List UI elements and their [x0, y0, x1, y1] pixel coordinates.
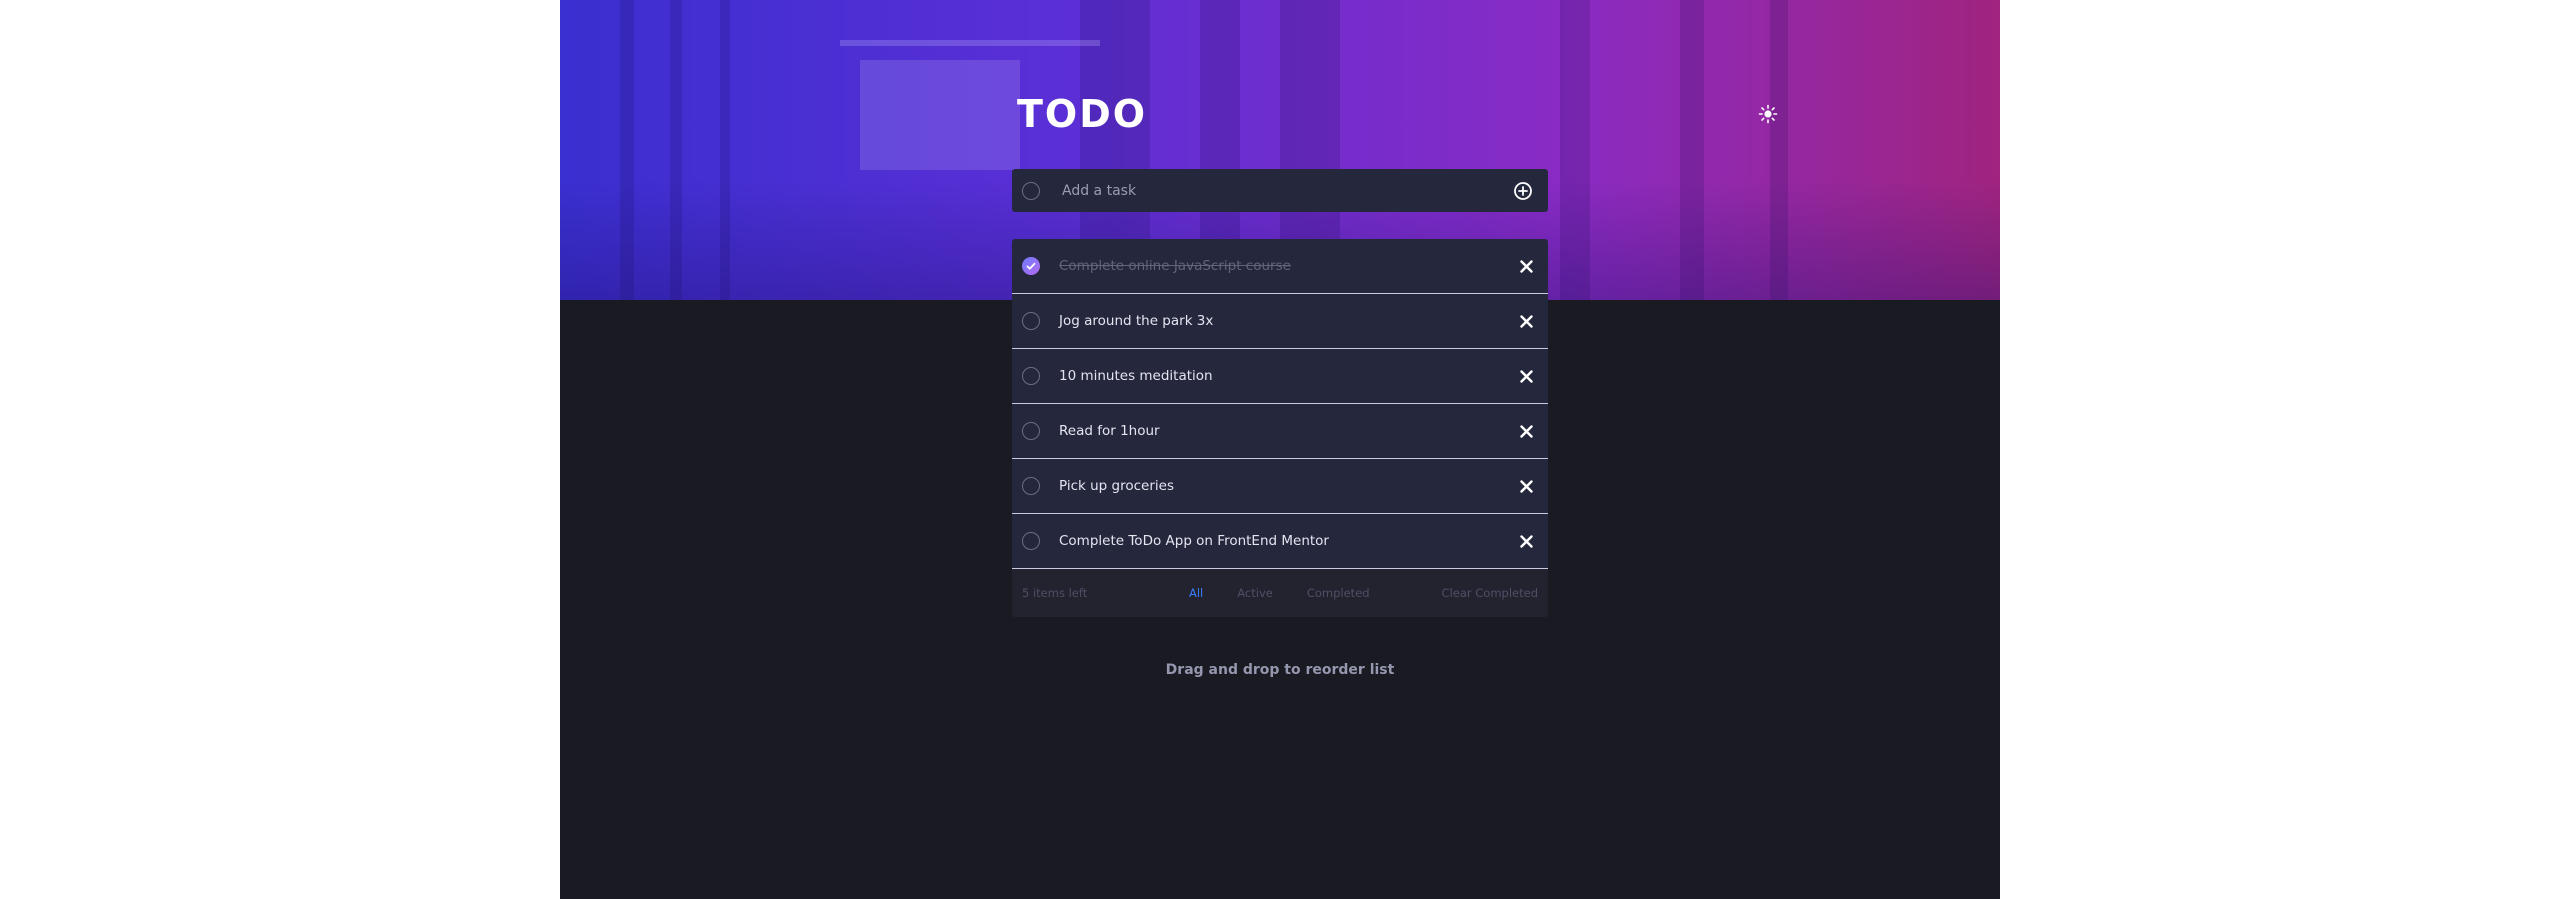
todo-item[interactable]: Complete online JavaScript course [1012, 239, 1548, 294]
todo-item-label: 10 minutes meditation [1059, 368, 1213, 384]
app-title: TODO [1017, 92, 1148, 136]
filter-completed[interactable]: Completed [1307, 586, 1370, 600]
delete-todo-button[interactable] [1516, 366, 1536, 386]
todo-item[interactable]: Complete ToDo App on FrontEnd Mentor [1012, 514, 1548, 569]
todo-checkbox[interactable] [1022, 312, 1040, 330]
delete-todo-button[interactable] [1516, 476, 1536, 496]
sun-icon [1758, 104, 1778, 124]
close-icon [1519, 479, 1533, 493]
close-icon [1519, 314, 1533, 328]
filter-active[interactable]: Active [1237, 586, 1273, 600]
todo-item[interactable]: Pick up groceries [1012, 459, 1548, 514]
todo-checkbox-checked[interactable] [1022, 257, 1040, 275]
delete-todo-button[interactable] [1516, 256, 1536, 276]
theme-toggle-button[interactable] [1754, 100, 1782, 128]
delete-todo-button[interactable] [1516, 421, 1536, 441]
close-icon [1519, 424, 1533, 438]
todo-checkbox[interactable] [1022, 532, 1040, 550]
new-task-check-circle [1022, 181, 1040, 200]
todo-item[interactable]: Read for 1hour [1012, 404, 1548, 459]
add-task-button[interactable] [1512, 180, 1534, 202]
todo-item-label: Pick up groceries [1059, 478, 1174, 494]
todo-item-label: Jog around the park 3x [1059, 313, 1214, 329]
todo-checkbox[interactable] [1022, 477, 1040, 495]
todo-checkbox[interactable] [1022, 367, 1040, 385]
todo-item-label: Read for 1hour [1059, 423, 1160, 439]
delete-todo-button[interactable] [1516, 311, 1536, 331]
filter-all[interactable]: All [1189, 586, 1203, 600]
todo-checkbox[interactable] [1022, 422, 1040, 440]
reorder-hint: Drag and drop to reorder list [1165, 662, 1395, 678]
plus-circle-icon [1514, 181, 1532, 200]
clear-completed-button[interactable]: Clear Completed [1442, 586, 1538, 600]
todo-item[interactable]: Jog around the park 3x [1012, 294, 1548, 349]
close-icon [1519, 534, 1533, 548]
close-icon [1519, 259, 1533, 273]
new-task-input[interactable] [1060, 181, 1512, 200]
todo-item-label: Complete online JavaScript course [1059, 258, 1291, 274]
todo-list: Complete online JavaScript course Jog ar… [1012, 239, 1548, 617]
filter-tabs: All Active Completed [1189, 569, 1370, 617]
new-task-row [1012, 169, 1548, 212]
todo-item[interactable]: 10 minutes meditation [1012, 349, 1548, 404]
todo-app: TODO Add a task Complete online JavaScri… [560, 0, 2000, 899]
delete-todo-button[interactable] [1516, 531, 1536, 551]
close-icon [1519, 369, 1533, 383]
todo-footer: 5 items left All Active Completed Clear … [1012, 569, 1548, 617]
items-left-count: 5 items left [1022, 586, 1088, 600]
todo-item-label: Complete ToDo App on FrontEnd Mentor [1059, 533, 1329, 549]
check-icon [1026, 262, 1036, 270]
